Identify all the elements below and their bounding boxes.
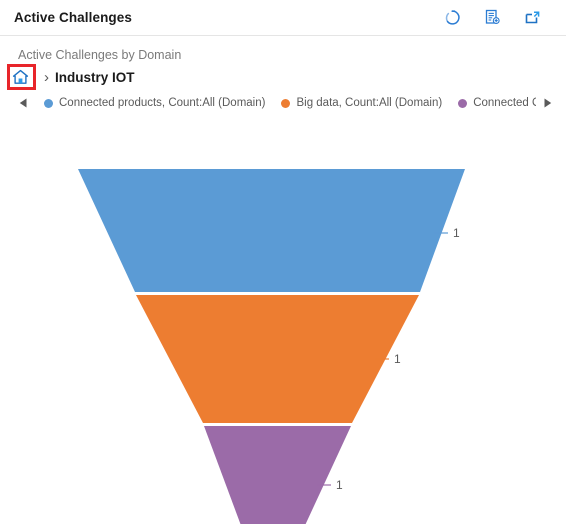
chevron-left-icon [19, 98, 26, 108]
chevron-right-icon [544, 98, 551, 108]
funnel-chart: 1 1 1 [0, 114, 566, 524]
funnel-segment[interactable] [78, 169, 465, 292]
data-label: 1 [453, 226, 460, 240]
home-icon [12, 69, 28, 84]
legend-item-label: Connected products, Count:All (Domain) [59, 97, 266, 109]
breadcrumb: › Industry IOT [4, 64, 135, 90]
legend-color-swatch [458, 98, 468, 108]
breadcrumb-home-button[interactable] [4, 64, 36, 90]
refresh-icon-glyph [445, 10, 460, 25]
legend-item-label: Connected Opera [473, 97, 536, 109]
legend-item[interactable]: Big data, Count:All (Domain) [281, 97, 442, 109]
data-label: 1 [394, 352, 401, 366]
legend-item-label: Big data, Count:All (Domain) [296, 97, 443, 109]
export-report-icon[interactable] [482, 8, 502, 28]
page-title: Active Challenges [14, 10, 132, 25]
funnel-chart-svg: 1 1 1 [78, 169, 465, 524]
legend-item[interactable]: Connected Opera [458, 97, 536, 109]
funnel-segment[interactable] [204, 426, 351, 524]
card-header: Active Challenges [0, 0, 566, 36]
legend-next-arrow[interactable] [536, 92, 558, 114]
refresh-icon[interactable] [442, 8, 462, 28]
export-report-icon-glyph [485, 9, 500, 25]
legend-items: Connected products, Count:All (Domain) B… [44, 97, 536, 109]
breadcrumb-separator: › [44, 68, 49, 86]
data-label: 1 [336, 478, 343, 492]
legend-prev-arrow[interactable] [12, 92, 34, 114]
header-actions [442, 8, 554, 28]
chart-region: Active Challenges by Domain › Industry I… [0, 36, 566, 524]
legend-item[interactable]: Connected products, Count:All (Domain) [44, 97, 265, 109]
chart-subtitle: Active Challenges by Domain [18, 48, 182, 62]
chart-legend: Connected products, Count:All (Domain) B… [0, 92, 566, 114]
legend-color-swatch [44, 98, 53, 108]
legend-color-swatch [281, 98, 291, 108]
pop-out-icon-glyph [525, 11, 539, 24]
pop-out-icon[interactable] [522, 8, 542, 28]
breadcrumb-current: Industry IOT [55, 69, 135, 85]
